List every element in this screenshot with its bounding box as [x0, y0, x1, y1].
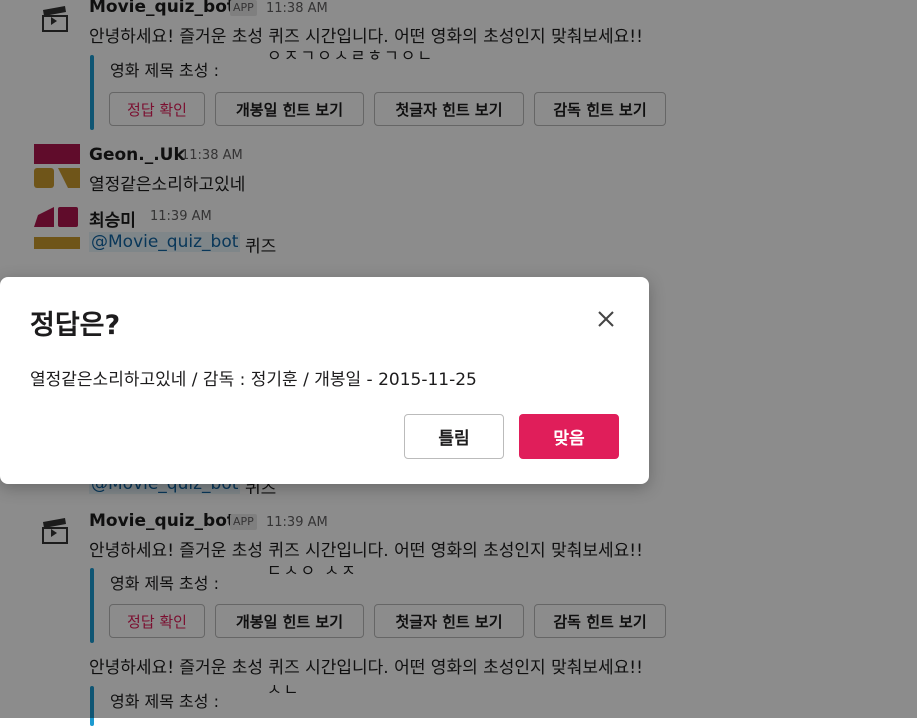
- dialog-title: 정답은?: [30, 310, 121, 341]
- wrong-button[interactable]: 틀림: [404, 414, 504, 459]
- answer-dialog: 정답은? 열정같은소리하고있네 / 감독 : 정기훈 / 개봉일 - 2015-…: [0, 277, 649, 484]
- correct-button[interactable]: 맞음: [519, 414, 619, 459]
- close-icon[interactable]: [592, 305, 620, 333]
- dialog-body: 열정같은소리하고있네 / 감독 : 정기훈 / 개봉일 - 2015-11-25: [30, 370, 477, 390]
